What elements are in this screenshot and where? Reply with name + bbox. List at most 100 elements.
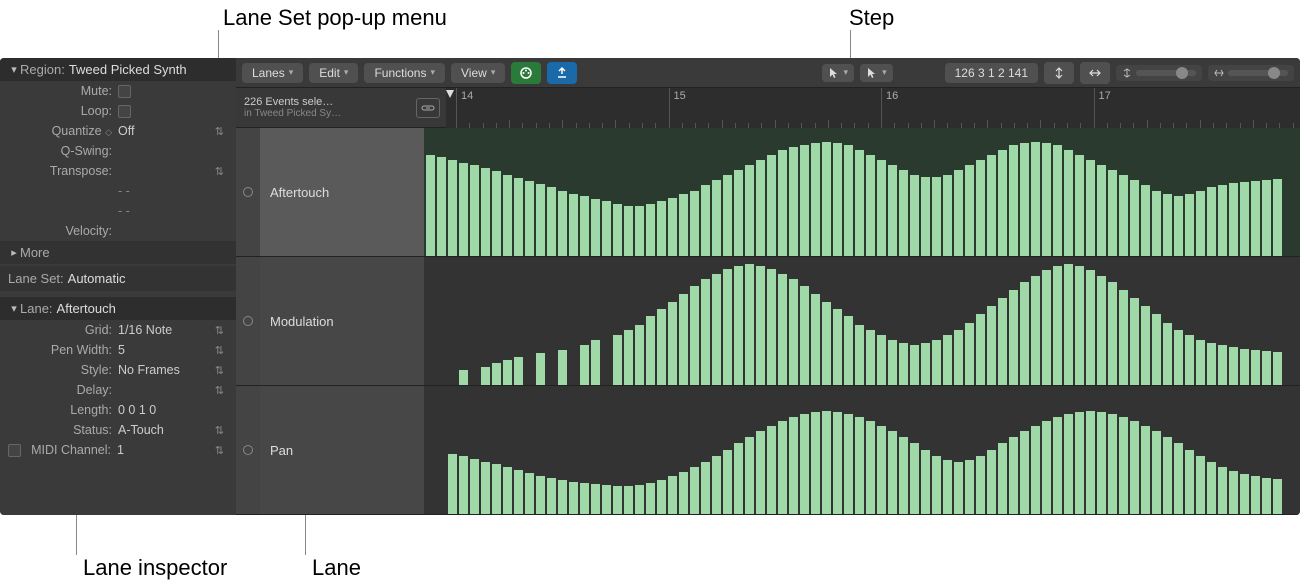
step[interactable] (987, 450, 996, 515)
step[interactable] (1042, 143, 1051, 256)
step[interactable] (767, 426, 776, 514)
step[interactable] (1020, 143, 1029, 256)
step[interactable] (943, 175, 952, 256)
step[interactable] (1108, 170, 1117, 256)
step[interactable] (976, 314, 985, 385)
lanes-menu[interactable]: Lanes▾ (242, 63, 303, 83)
step[interactable] (1086, 160, 1095, 256)
lane-row[interactable]: Modulation (236, 257, 1300, 386)
step[interactable] (789, 147, 798, 256)
step[interactable] (1196, 191, 1205, 257)
step[interactable] (910, 443, 919, 514)
step[interactable] (558, 350, 567, 385)
step[interactable] (723, 450, 732, 515)
step[interactable] (745, 437, 754, 514)
step[interactable] (855, 417, 864, 514)
step[interactable] (492, 363, 501, 385)
step[interactable] (536, 353, 545, 385)
step[interactable] (987, 306, 996, 385)
qswing-row[interactable]: Q-Swing: (0, 141, 236, 161)
lane-name[interactable]: Aftertouch (260, 128, 424, 256)
step[interactable] (591, 199, 600, 256)
mute-row[interactable]: Mute: (0, 81, 236, 101)
step[interactable] (679, 472, 688, 514)
midi-in-button[interactable] (511, 62, 541, 84)
step[interactable] (1108, 414, 1117, 514)
step[interactable] (1042, 270, 1051, 385)
step[interactable] (1152, 191, 1161, 257)
step[interactable] (1141, 306, 1150, 385)
step[interactable] (635, 325, 644, 385)
step[interactable] (1229, 347, 1238, 385)
step[interactable] (1064, 150, 1073, 256)
step[interactable] (536, 184, 545, 256)
step[interactable] (910, 175, 919, 256)
step[interactable] (613, 486, 622, 514)
step[interactable] (965, 323, 974, 385)
step[interactable] (613, 335, 622, 385)
lane-set-row[interactable]: Lane Set: Automatic (0, 266, 236, 291)
step[interactable] (1207, 343, 1216, 385)
step[interactable] (866, 421, 875, 514)
step[interactable] (459, 163, 468, 256)
mute-checkbox[interactable] (118, 85, 131, 98)
step[interactable] (734, 443, 743, 514)
length-row[interactable]: Length: 0 0 1 0 (0, 400, 236, 420)
step[interactable] (1097, 276, 1106, 385)
stepper-icon[interactable] (215, 424, 228, 437)
step[interactable] (987, 155, 996, 256)
step[interactable] (668, 476, 677, 514)
lane-handle[interactable] (236, 257, 260, 385)
step[interactable] (954, 170, 963, 256)
step[interactable] (844, 414, 853, 514)
step[interactable] (1119, 175, 1128, 256)
lane-row[interactable]: Pan (236, 386, 1300, 515)
step[interactable] (1185, 335, 1194, 385)
catch-button[interactable] (547, 62, 577, 84)
step[interactable] (1097, 412, 1106, 514)
step[interactable] (690, 286, 699, 385)
midich-checkbox[interactable] (8, 444, 21, 457)
step[interactable] (833, 412, 842, 514)
step[interactable] (822, 302, 831, 385)
step[interactable] (668, 198, 677, 256)
status-row[interactable]: Status: A-Touch (0, 420, 236, 440)
step[interactable] (514, 178, 523, 256)
step[interactable] (481, 462, 490, 514)
step[interactable] (789, 279, 798, 385)
step[interactable] (1262, 180, 1271, 256)
lane-select-dot[interactable] (243, 187, 253, 197)
step[interactable] (580, 196, 589, 256)
step[interactable] (1185, 194, 1194, 256)
lane-name[interactable]: Modulation (260, 257, 424, 385)
step[interactable] (1119, 417, 1128, 514)
lane-body[interactable] (424, 128, 1300, 256)
step[interactable] (1174, 443, 1183, 514)
step[interactable] (701, 185, 710, 256)
step[interactable] (745, 165, 754, 256)
step[interactable] (1130, 180, 1139, 256)
quantize-row[interactable]: Quantize ◇ Off (0, 121, 236, 141)
stepper-icon[interactable] (215, 364, 228, 377)
step[interactable] (1207, 187, 1216, 256)
step[interactable] (1119, 290, 1128, 385)
view-menu[interactable]: View▾ (451, 63, 505, 83)
lane-select-dot[interactable] (243, 445, 253, 455)
step[interactable] (877, 335, 886, 385)
step[interactable] (1031, 426, 1040, 514)
step[interactable] (602, 201, 611, 256)
step[interactable] (492, 464, 501, 514)
step[interactable] (899, 170, 908, 256)
hfit-button[interactable] (1080, 62, 1110, 84)
lane-handle[interactable] (236, 128, 260, 256)
step[interactable] (965, 165, 974, 256)
step[interactable] (657, 480, 666, 514)
step[interactable] (558, 480, 567, 514)
more-header[interactable]: More (0, 241, 236, 264)
step[interactable] (1251, 181, 1260, 256)
step[interactable] (767, 269, 776, 385)
step[interactable] (1086, 270, 1095, 385)
delay-row[interactable]: Delay: (0, 380, 236, 400)
step[interactable] (855, 150, 864, 256)
stepper-icon[interactable] (215, 444, 228, 457)
